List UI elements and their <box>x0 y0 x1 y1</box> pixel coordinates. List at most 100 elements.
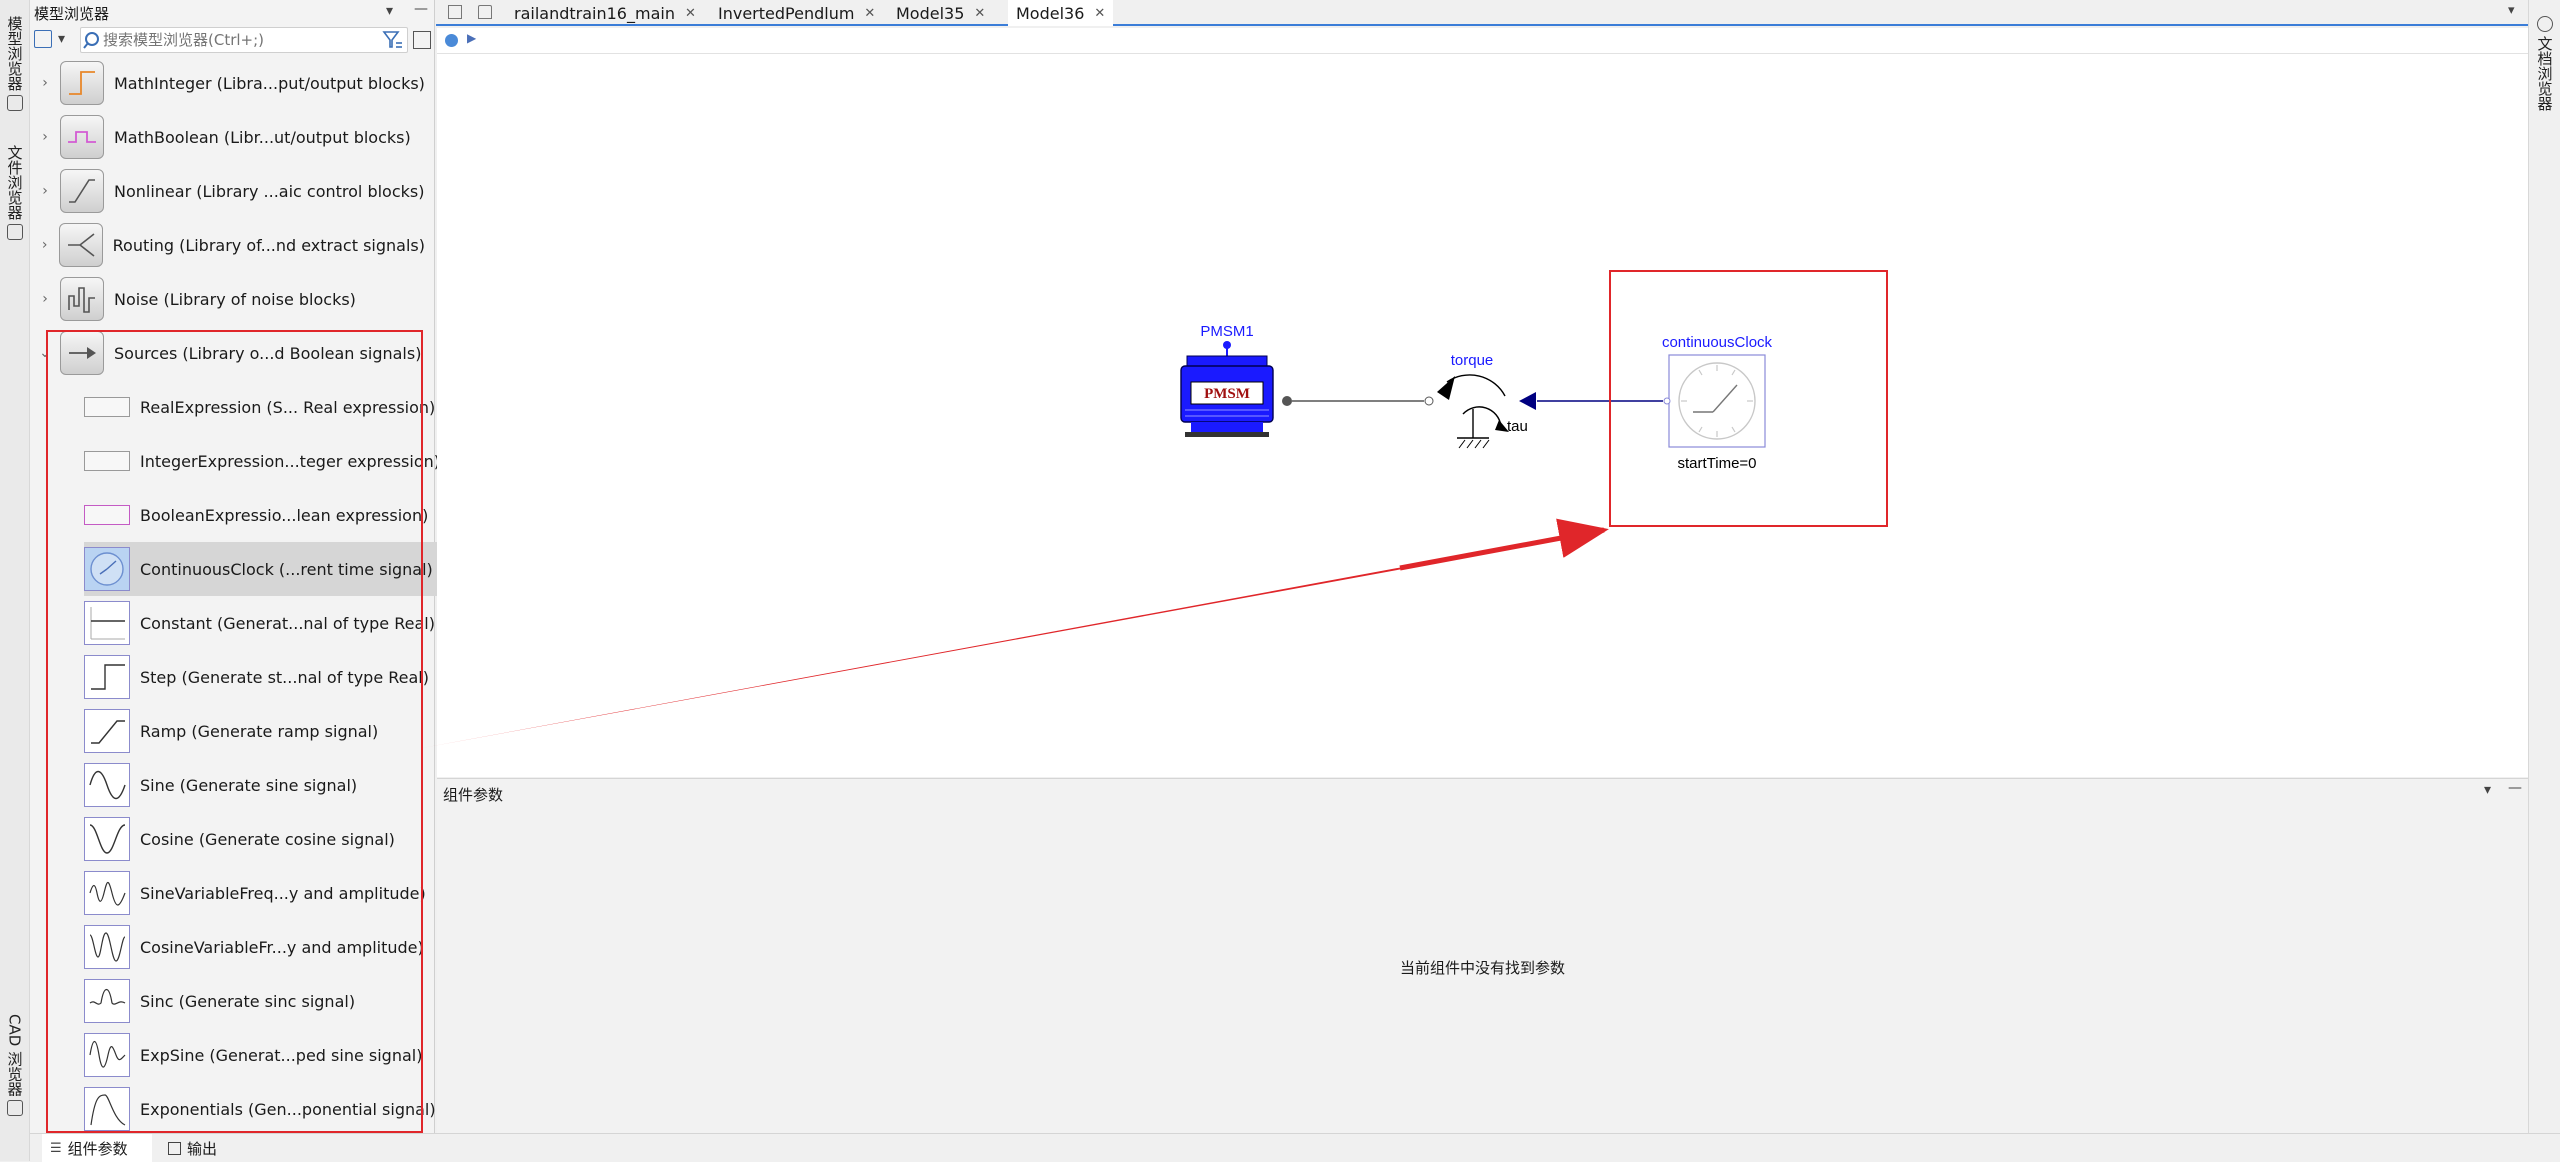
close-icon[interactable]: ✕ <box>685 6 696 21</box>
source-item-continuousclock[interactable]: ContinuousClock (...rent time signal) <box>84 542 449 596</box>
tab-invertedpendlum[interactable]: InvertedPendlum ✕ <box>710 0 883 26</box>
sine-icon <box>84 763 130 807</box>
source-item-integerexpression[interactable]: IntegerExpression...teger expression) <box>84 434 449 488</box>
source-item-booleanexpression[interactable]: BooleanExpressio...lean expression) <box>84 488 449 542</box>
library-item-routing[interactable]: › Routing (Library of...nd extract signa… <box>30 218 425 272</box>
breadcrumb-arrow-icon[interactable]: ▶ <box>467 31 476 45</box>
bottom-tab-label: 组件参数 <box>67 1139 128 1158</box>
torque-name-label: torque <box>1451 352 1494 369</box>
tab-cad-browser[interactable]: CAD 浏览器 <box>2 1005 28 1125</box>
chevron-down-icon[interactable]: ⌄ <box>30 345 60 361</box>
exponentials-icon <box>84 1087 130 1131</box>
model-browser-panel: 模型浏览器 ▾ — ▾ › MathInteger (Libra...put/o… <box>30 0 459 1133</box>
clock-name-label: continuousClock <box>1662 334 1773 351</box>
tab-label: InvertedPendlum <box>718 3 855 23</box>
source-item-sine[interactable]: Sine (Generate sine signal) <box>84 758 449 812</box>
folder-icon <box>7 224 23 240</box>
cad-icon <box>7 1100 23 1117</box>
diagram-toolbar: ▶ <box>437 28 2528 54</box>
nonlinear-icon <box>60 169 104 213</box>
library-item-noise[interactable]: › Noise (Library of noise blocks) <box>30 272 425 326</box>
library-item-mathboolean[interactable]: › MathBoolean (Libr...ut/output blocks) <box>30 110 425 164</box>
source-item-expsine[interactable]: ExpSine (Generat...ped sine signal) <box>84 1028 449 1082</box>
step-icon <box>84 655 130 699</box>
tab-model35[interactable]: Model35 ✕ <box>888 0 993 26</box>
clock-icon <box>84 547 130 591</box>
panel-minimize-button[interactable]: — <box>2508 780 2522 796</box>
source-item-cosinevariablefrequency[interactable]: CosineVariableFr...y and amplitude) <box>84 920 449 974</box>
noise-icon <box>60 277 104 321</box>
source-item-sinc[interactable]: Sinc (Generate sinc signal) <box>84 974 449 1028</box>
source-item-label: Step (Generate st...nal of type Real) <box>140 667 429 687</box>
tab-document-browser[interactable]: 文档浏览器 <box>2532 8 2558 118</box>
source-item-label: RealExpression (S... Real expression) <box>140 397 436 417</box>
close-icon[interactable]: ✕ <box>974 6 985 21</box>
source-item-ramp[interactable]: Ramp (Generate ramp signal) <box>84 704 449 758</box>
source-item-cosine[interactable]: Cosine (Generate cosine signal) <box>84 812 449 866</box>
sine-variable-icon <box>84 871 130 915</box>
library-item-sources[interactable]: ⌄ Sources (Library o...d Boolean signals… <box>30 326 425 380</box>
panel-menu-chevron-icon[interactable]: ▾ <box>386 3 393 19</box>
source-item-realexpression[interactable]: RealExpression (S... Real expression) <box>84 380 449 434</box>
tab-output[interactable]: 输出 <box>160 1134 240 1162</box>
expression-icon <box>84 397 130 417</box>
source-item-label: ExpSine (Generat...ped sine signal) <box>140 1045 423 1065</box>
parameters-panel-title: 组件参数 <box>443 786 504 804</box>
cosine-variable-icon <box>84 925 130 969</box>
search-field[interactable] <box>80 27 408 53</box>
library-item-nonlinear[interactable]: › Nonlinear (Library ...aic control bloc… <box>30 164 425 218</box>
library-item-label: Routing (Library of...nd extract signals… <box>112 235 425 255</box>
chevron-right-icon[interactable]: › <box>30 75 60 91</box>
library-item-mathinteger[interactable]: › MathInteger (Libra...put/output blocks… <box>30 56 425 110</box>
source-item-label: ContinuousClock (...rent time signal) <box>140 559 433 579</box>
pmsm-name-label: PMSM1 <box>1200 323 1253 340</box>
collapse-all-icon[interactable] <box>413 31 431 49</box>
bookmark-icon[interactable] <box>478 5 492 19</box>
tab-model-browser-label: 模型浏览器 <box>5 15 24 91</box>
continuous-clock-component[interactable]: continuousClock startTime=0 <box>1662 334 1773 472</box>
constant-icon <box>84 601 130 645</box>
close-icon[interactable]: ✕ <box>1094 6 1105 21</box>
close-icon[interactable]: ✕ <box>864 6 875 21</box>
chevron-right-icon[interactable]: › <box>30 129 60 145</box>
tab-label: Model35 <box>896 3 965 23</box>
library-item-label: Sources (Library o...d Boolean signals) <box>114 343 422 363</box>
new-document-icon[interactable] <box>448 5 462 19</box>
cube-icon <box>7 94 23 111</box>
panel-minimize-button[interactable]: — <box>414 1 428 17</box>
pmsm-component[interactable]: PMSM1 PMSM <box>1180 323 1292 437</box>
expsine-icon <box>84 1033 130 1077</box>
tab-model-browser[interactable]: 模型浏览器 <box>2 8 28 118</box>
chevron-right-icon[interactable]: › <box>30 291 60 307</box>
chevron-right-icon[interactable]: › <box>30 183 60 199</box>
library-view-icon[interactable] <box>34 30 52 48</box>
tab-label: railandtrain16_main <box>514 3 675 23</box>
view-dropdown-chevron-icon[interactable]: ▾ <box>58 31 65 47</box>
tab-document-browser-label: 文档浏览器 <box>2535 35 2554 111</box>
source-item-constant[interactable]: Constant (Generat...nal of type Real) <box>84 596 449 650</box>
library-item-label: MathBoolean (Libr...ut/output blocks) <box>114 127 411 147</box>
source-item-label: Sine (Generate sine signal) <box>140 775 358 795</box>
tab-railandtrain16-main[interactable]: railandtrain16_main ✕ <box>506 0 704 26</box>
tab-file-browser[interactable]: 文件浏览器 <box>2 140 28 245</box>
tab-list-chevron-icon[interactable]: ▾ <box>2508 3 2515 18</box>
tab-model36[interactable]: Model36 ✕ <box>1008 0 1114 26</box>
bottom-tab-bar: ☰ 组件参数 输出 <box>30 1133 2560 1162</box>
library-item-label: Noise (Library of noise blocks) <box>114 289 356 309</box>
chevron-right-icon[interactable]: › <box>30 237 59 253</box>
math-integer-icon <box>60 61 104 105</box>
torque-component[interactable]: torque tau <box>1424 352 1536 449</box>
math-boolean-icon <box>60 115 104 159</box>
source-item-exponentials[interactable]: Exponentials (Gen...ponential signal) <box>84 1082 449 1136</box>
panel-menu-chevron-icon[interactable]: ▾ <box>2484 782 2491 798</box>
diagram-canvas[interactable]: PMSM1 PMSM torque tau continuousClock st… <box>437 54 2528 777</box>
expression-icon <box>84 451 130 471</box>
tab-component-parameters[interactable]: ☰ 组件参数 <box>42 1134 152 1162</box>
search-input[interactable] <box>103 31 393 49</box>
list-icon: ☰ <box>50 1140 62 1156</box>
source-item-step[interactable]: Step (Generate st...nal of type Real) <box>84 650 449 704</box>
filter-icon[interactable] <box>382 29 404 55</box>
source-item-label: Exponentials (Gen...ponential signal) <box>140 1099 436 1119</box>
source-item-sinevariablefrequency[interactable]: SineVariableFreq...y and amplitude) <box>84 866 449 920</box>
tab-label: Model36 <box>1016 3 1085 23</box>
